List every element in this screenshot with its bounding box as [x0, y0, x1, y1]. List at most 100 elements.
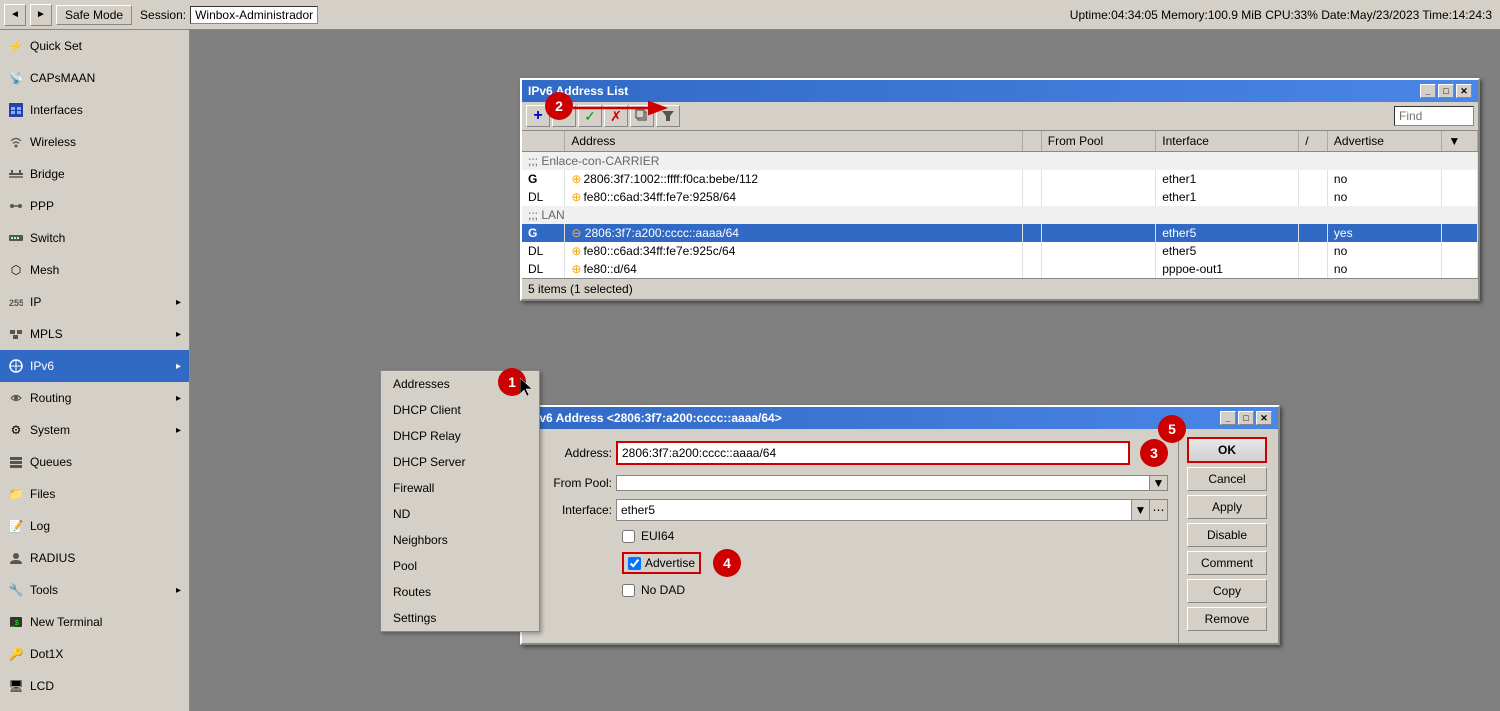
cancel-button[interactable]: Cancel [1187, 467, 1267, 491]
from-pool-dropdown-arrow[interactable]: ▼ [1149, 476, 1167, 490]
apply-button[interactable]: Apply [1187, 495, 1267, 519]
interface-select[interactable]: ether5 ▼ ⋯ [616, 499, 1168, 521]
sidebar-item-ppp[interactable]: PPP [0, 190, 189, 222]
no-dad-row: No DAD [532, 583, 1168, 597]
menu-item-pool[interactable]: Pool [381, 553, 539, 579]
menu-item-neighbors[interactable]: Neighbors [381, 527, 539, 553]
sidebar-item-bridge[interactable]: Bridge [0, 158, 189, 190]
menu-item-dhcp-client[interactable]: DHCP Client [381, 397, 539, 423]
step-5-indicator: 5 [1158, 415, 1186, 443]
step-4-indicator: 4 [713, 549, 741, 577]
extra-1 [1442, 170, 1478, 188]
sidebar-item-switch[interactable]: Switch [0, 222, 189, 254]
sidebar-item-routing[interactable]: Routing ▸ [0, 382, 189, 414]
address-row: Address: 3 [532, 439, 1168, 467]
remove-button-dialog[interactable]: Remove [1187, 607, 1267, 631]
sidebar-item-mpls[interactable]: MPLS ▸ [0, 318, 189, 350]
switch-icon [8, 230, 24, 246]
menu-item-firewall[interactable]: Firewall [381, 475, 539, 501]
col-dropdown[interactable]: ▼ [1442, 131, 1478, 152]
no-dad-checkbox[interactable] [622, 584, 635, 597]
col-sep [1023, 131, 1042, 152]
table-row[interactable]: G ⊕2806:3f7:1002::ffff:f0ca:bebe/112 eth… [522, 170, 1478, 188]
log-icon: 📝 [8, 518, 24, 534]
interface-dropdown-arrow[interactable]: ▼ [1131, 500, 1149, 520]
ipv6-list-close-button[interactable]: ✕ [1456, 84, 1472, 98]
ip-icon: 255 [8, 294, 24, 310]
extra-2 [1442, 188, 1478, 206]
slash-3 [1299, 224, 1328, 242]
quick-set-icon: ⚡ [8, 38, 24, 54]
col-interface[interactable]: Interface [1156, 131, 1299, 152]
adv-2: no [1327, 188, 1441, 206]
sidebar-label-mesh: Mesh [30, 263, 181, 277]
sidebar: ⚡ Quick Set 📡 CAPsMAAN Interfaces Wirele… [0, 30, 190, 711]
ipv6-list-maximize-button[interactable]: □ [1438, 84, 1454, 98]
radius-icon [8, 550, 24, 566]
sidebar-item-queues[interactable]: Queues [0, 446, 189, 478]
disable-button[interactable]: Disable [1187, 523, 1267, 547]
wireless-icon [8, 134, 24, 150]
sidebar-item-ipv6[interactable]: IPv6 ▸ [0, 350, 189, 382]
sidebar-item-capsman[interactable]: 📡 CAPsMAAN [0, 62, 189, 94]
adv-5: no [1327, 260, 1441, 278]
extra-4 [1442, 242, 1478, 260]
sidebar-label-new-terminal: New Terminal [30, 615, 181, 629]
adv-1: no [1327, 170, 1441, 188]
menu-item-settings[interactable]: Settings [381, 605, 539, 631]
ip-arrow: ▸ [176, 297, 181, 308]
ok-button[interactable]: OK [1187, 437, 1267, 463]
col-advertise[interactable]: Advertise [1327, 131, 1441, 152]
col-address[interactable]: Address [565, 131, 1023, 152]
sidebar-item-new-terminal[interactable]: _$ New Terminal [0, 606, 189, 638]
ipv6-addr-close-button[interactable]: ✕ [1256, 411, 1272, 425]
sidebar-item-lcd[interactable]: 🖥 LCD [0, 670, 189, 702]
address-input[interactable] [616, 441, 1130, 465]
sidebar-item-radius[interactable]: RADIUS [0, 542, 189, 574]
col-from-pool[interactable]: From Pool [1041, 131, 1155, 152]
sidebar-item-dot1x[interactable]: 🔑 Dot1X [0, 638, 189, 670]
table-row[interactable]: DL ⊕fe80::d/64 pppoe-out1 no [522, 260, 1478, 278]
content-area: 1 2 IPv6 Address List _ □ ✕ + − ✓ ✗ [190, 30, 1500, 711]
forward-button[interactable]: ► [30, 4, 52, 26]
back-button[interactable]: ◄ [4, 4, 26, 26]
sidebar-label-mpls: MPLS [30, 327, 170, 341]
sidebar-item-mesh[interactable]: ⬡ Mesh [0, 254, 189, 286]
ipv6-addr-minimize-button[interactable]: _ [1220, 411, 1236, 425]
ipv6-list-minimize-button[interactable]: _ [1420, 84, 1436, 98]
sidebar-item-files[interactable]: 📁 Files [0, 478, 189, 510]
table-row[interactable]: DL ⊕fe80::c6ad:34ff:fe7e:9258/64 ether1 … [522, 188, 1478, 206]
spacer [532, 603, 1168, 633]
sidebar-item-wireless[interactable]: Wireless [0, 126, 189, 158]
interface-label: Interface: [532, 503, 612, 517]
sidebar-label-system: System [30, 423, 170, 437]
sidebar-item-system[interactable]: ⚙ System ▸ [0, 414, 189, 446]
sidebar-item-tools[interactable]: 🔧 Tools ▸ [0, 574, 189, 606]
menu-item-dhcp-relay[interactable]: DHCP Relay [381, 423, 539, 449]
ipv6-addr-maximize-button[interactable]: □ [1238, 411, 1254, 425]
tools-icon: 🔧 [8, 582, 24, 598]
advertise-checkbox[interactable] [628, 557, 641, 570]
from-pool-select[interactable]: ▼ [616, 475, 1168, 491]
menu-item-routes[interactable]: Routes [381, 579, 539, 605]
menu-item-nd[interactable]: ND [381, 501, 539, 527]
sidebar-item-ip[interactable]: 255 IP ▸ [0, 286, 189, 318]
sidebar-item-log[interactable]: 📝 Log [0, 510, 189, 542]
iface-1: ether1 [1156, 170, 1299, 188]
sidebar-item-quick-set[interactable]: ⚡ Quick Set [0, 30, 189, 62]
safe-mode-button[interactable]: Safe Mode [56, 5, 132, 25]
table-row-selected[interactable]: G ⊖ 2806:3f7:a200:cccc::aaaa/64 ether5 y… [522, 224, 1478, 242]
sidebar-item-interfaces[interactable]: Interfaces [0, 94, 189, 126]
addr-2: ⊕fe80::c6ad:34ff:fe7e:9258/64 [565, 188, 1023, 206]
eui64-row: EUI64 [532, 529, 1168, 543]
comment-button[interactable]: Comment [1187, 551, 1267, 575]
interface-list-button[interactable]: ⋯ [1149, 500, 1167, 520]
ipv6-arrow: ▸ [176, 361, 181, 372]
find-input[interactable] [1394, 106, 1474, 126]
copy-button-dialog[interactable]: Copy [1187, 579, 1267, 603]
dot1x-icon: 🔑 [8, 646, 24, 662]
table-row[interactable]: DL ⊕fe80::c6ad:34ff:fe7e:925c/64 ether5 … [522, 242, 1478, 260]
eui64-checkbox[interactable] [622, 530, 635, 543]
menu-item-dhcp-server[interactable]: DHCP Server [381, 449, 539, 475]
new-terminal-icon: _$ [8, 614, 24, 630]
